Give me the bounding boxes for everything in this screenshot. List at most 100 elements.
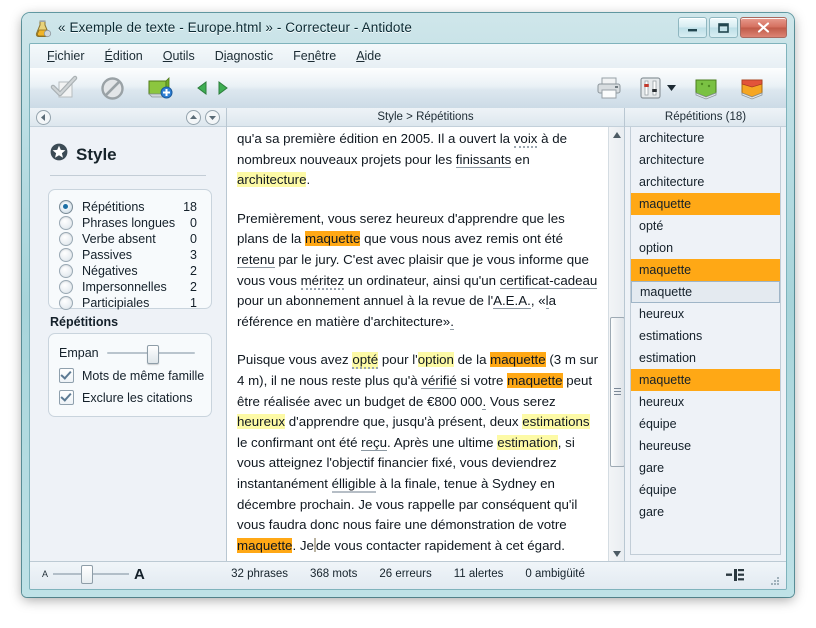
annotated-text-run[interactable]: A.E.A. [493, 293, 531, 309]
annotated-text-run[interactable]: architecture [237, 172, 306, 187]
repetition-list-item[interactable]: architecture [631, 127, 780, 149]
slider-thumb[interactable] [147, 345, 159, 364]
repetitions-list[interactable]: architecturearchitecturearchitecturemaqu… [630, 127, 781, 555]
annotated-text-run[interactable]: maquette [490, 352, 545, 367]
maximize-button[interactable] [709, 17, 738, 38]
sidebar-item-impersonnelles[interactable]: Impersonnelles2 [59, 279, 203, 295]
annotated-text-run[interactable]: finissants [456, 152, 511, 168]
checkbox-icon[interactable] [59, 368, 74, 383]
close-button[interactable] [740, 17, 787, 38]
chevron-down-icon [667, 85, 676, 92]
repetition-list-item[interactable]: maquette [631, 369, 780, 391]
document-scrollbar[interactable] [608, 127, 624, 561]
repetition-list-item[interactable]: architecture [631, 171, 780, 193]
print-icon[interactable] [593, 72, 625, 104]
repetition-list-item[interactable]: heureuse [631, 435, 780, 457]
text-run: en [511, 152, 530, 167]
add-dictionary-icon[interactable] [144, 72, 176, 104]
checkbox-icon[interactable] [59, 390, 74, 405]
annotated-text-run[interactable]: vérifié [421, 373, 456, 389]
repetition-list-item[interactable]: équipe [631, 413, 780, 435]
empan-slider[interactable] [107, 345, 195, 361]
text-run: Puisque vous avez [237, 352, 352, 367]
repetition-list-item[interactable]: heureux [631, 391, 780, 413]
annotated-text-run[interactable]: voix [514, 131, 538, 148]
annotated-text-run[interactable]: maquette [237, 538, 292, 553]
annotated-text-run[interactable]: retenu [237, 252, 275, 268]
annotated-text-run[interactable]: élligible [332, 476, 376, 493]
document-paragraph: qu'a sa première édition en 2005. Il a o… [237, 129, 599, 191]
minimize-button[interactable] [678, 17, 707, 38]
repetition-list-item[interactable]: opté [631, 215, 780, 237]
menu-outils[interactable]: Outils [154, 46, 204, 66]
sidebar-item-verbe-absent[interactable]: Verbe absent0 [59, 231, 203, 247]
repetition-list-item[interactable]: option [631, 237, 780, 259]
ignore-prohibited-icon[interactable] [96, 72, 128, 104]
down-arrow-icon[interactable] [205, 110, 220, 125]
menu-diagnostic[interactable]: Diagnostic [206, 46, 282, 66]
repetition-list-item[interactable]: gare [631, 457, 780, 479]
client-area: FFichierichier Édition Outils Diagnostic… [29, 43, 787, 590]
repetition-list-item[interactable]: équipe [631, 479, 780, 501]
repetition-list-item[interactable]: maquette [631, 193, 780, 215]
status-stat: 26 erreurs [379, 568, 431, 580]
scrollbar-thumb[interactable] [610, 317, 625, 467]
menu-fichier[interactable]: FFichierichier [38, 46, 94, 66]
green-book-icon[interactable] [690, 72, 722, 104]
panel-list-icon[interactable] [726, 568, 744, 587]
menu-edition[interactable]: Édition [96, 46, 152, 66]
repetitions-panel-header: Répétitions (18) [625, 108, 786, 127]
repetition-list-item[interactable]: maquette [631, 281, 780, 303]
text-run: . Après une ultime [387, 435, 497, 450]
checkbox-mots-meme-famille[interactable]: Mots de même famille [59, 368, 204, 383]
repetition-list-item[interactable]: architecture [631, 149, 780, 171]
sidebar-divider [50, 175, 206, 176]
document-text[interactable]: qu'a sa première édition en 2005. Il a o… [227, 127, 609, 561]
annotated-text-run[interactable]: maquette [305, 231, 360, 246]
annotated-text-run[interactable]: certificat-cadeau [500, 273, 598, 289]
up-arrow-icon[interactable] [186, 110, 201, 125]
text-run: . [306, 172, 310, 187]
repetition-list-item[interactable]: gare [631, 501, 780, 523]
checkbox-label: Mots de même famille [82, 369, 204, 383]
settings-panel-group[interactable] [639, 72, 676, 104]
sidebar-item-participiales[interactable]: Participiales1 [59, 295, 203, 311]
repetition-list-item[interactable]: estimation [631, 347, 780, 369]
scroll-down-icon[interactable] [609, 546, 624, 561]
annotated-text-run[interactable]: . [450, 314, 454, 330]
radio-icon [59, 296, 73, 310]
sidebar-item-repetitions[interactable]: Répétitions18 [59, 199, 203, 215]
text-run: le confirmant ont été [237, 435, 361, 450]
orange-book-icon[interactable] [736, 72, 768, 104]
style-star-icon [50, 143, 68, 166]
annotated-text-run[interactable]: estimation [497, 435, 558, 450]
radio-icon [59, 232, 73, 246]
application-window: « Exemple de texte - Europe.html » - Cor… [22, 13, 794, 597]
resize-grip[interactable] [769, 574, 781, 586]
repetition-list-item[interactable]: estimations [631, 325, 780, 347]
repetition-list-item[interactable]: maquette [631, 259, 780, 281]
breadcrumb: Style > Répétitions [227, 108, 624, 127]
empan-label: Empan [59, 346, 99, 360]
scroll-up-icon[interactable] [609, 127, 624, 142]
menu-fenetre[interactable]: Fenêtre [284, 46, 345, 66]
annotated-text-run[interactable]: méritez [301, 273, 345, 290]
annotated-text-run[interactable]: estimations [522, 414, 589, 429]
checkbox-label: Exclure les citations [82, 391, 192, 405]
annotated-text-run[interactable]: heureux [237, 414, 285, 429]
annotated-text-run[interactable]: maquette [507, 373, 562, 388]
annotated-text-run[interactable]: option [418, 352, 454, 367]
repetition-list-item[interactable]: heureux [631, 303, 780, 325]
correct-check-icon[interactable] [48, 72, 80, 104]
menu-aide[interactable]: Aide [347, 46, 390, 66]
checkbox-exclure-citations[interactable]: Exclure les citations [59, 390, 192, 405]
sidebar-item-passives[interactable]: Passives3 [59, 247, 203, 263]
back-arrow-icon[interactable] [36, 110, 51, 125]
annotated-text-run[interactable]: reçu [361, 435, 387, 451]
sidebar-item-negatives[interactable]: Négatives2 [59, 263, 203, 279]
document-paragraph: Puisque vous avez opté pour l'option de … [237, 350, 599, 556]
annotated-text-run[interactable]: opté [352, 352, 378, 369]
status-stat: 0 ambigüité [525, 568, 584, 580]
sidebar-item-phrases-longues[interactable]: Phrases longues0 [59, 215, 203, 231]
text-run: de la [454, 352, 490, 367]
